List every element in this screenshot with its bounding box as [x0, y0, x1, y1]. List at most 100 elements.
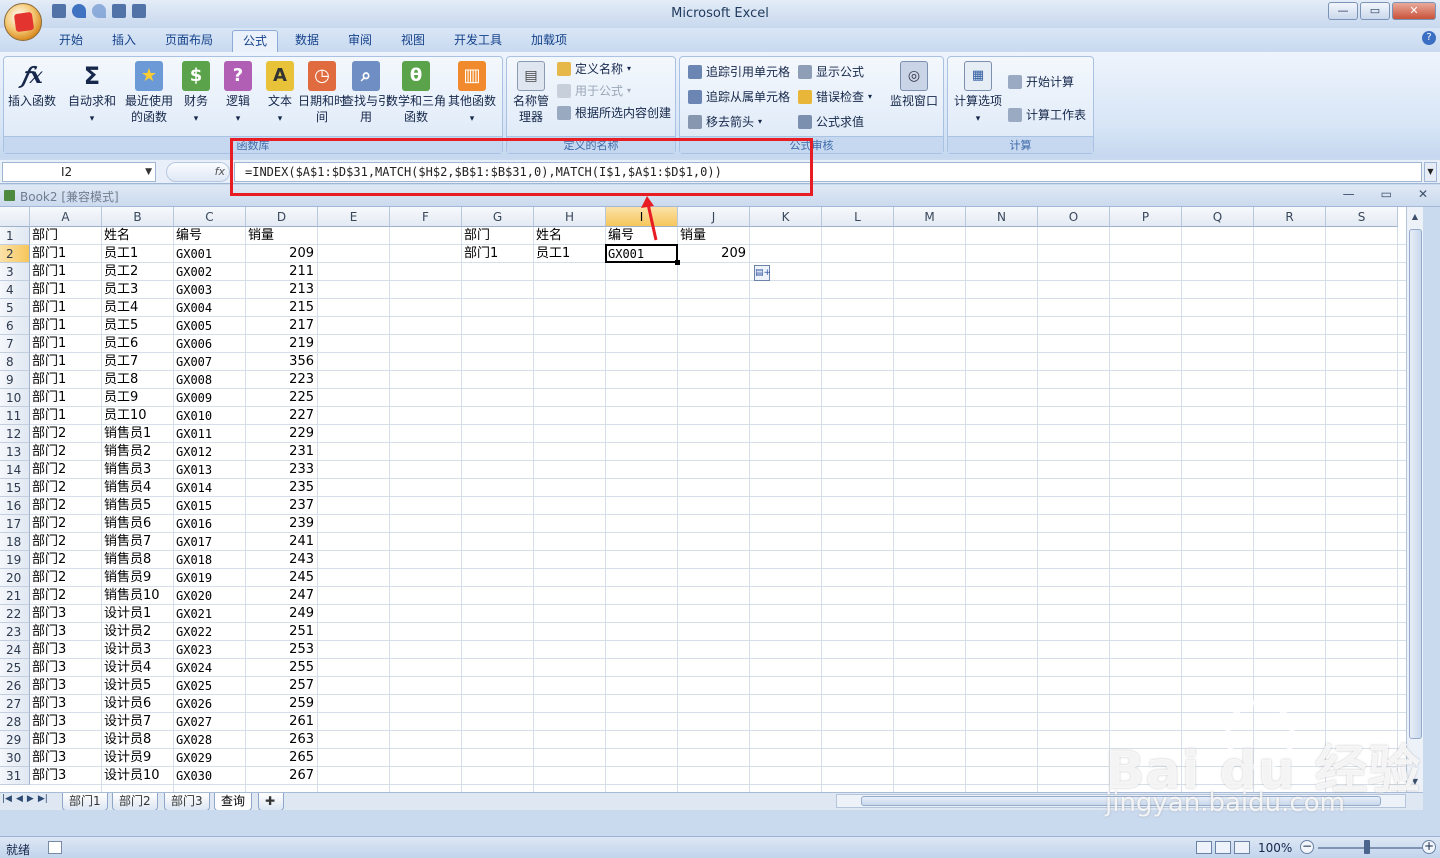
cell[interactable]: 部门2	[32, 497, 98, 515]
insert-sheet-icon[interactable]: ✚	[258, 793, 284, 811]
cell[interactable]: 247	[248, 587, 314, 605]
use-in-formula-button[interactable]: 用于公式 ▾	[557, 82, 631, 100]
sheet-tab-dept1[interactable]: 部门1	[62, 793, 108, 811]
lookup-reference-button[interactable]: ⌕ 查找与引用	[340, 61, 392, 125]
column-header[interactable]: M	[894, 207, 966, 227]
cell[interactable]: 部门3	[32, 623, 98, 641]
name-box[interactable]: I2 ▼	[2, 162, 156, 182]
expand-formula-bar-icon[interactable]: ▼	[1424, 162, 1437, 182]
column-header[interactable]: L	[822, 207, 894, 227]
cell[interactable]: 设计员8	[104, 731, 170, 749]
normal-view-icon[interactable]	[1196, 841, 1212, 854]
cell[interactable]: 员工6	[104, 335, 170, 353]
cell[interactable]: 部门2	[32, 443, 98, 461]
cell[interactable]: 设计员2	[104, 623, 170, 641]
cell[interactable]: 员工3	[104, 281, 170, 299]
math-trig-button[interactable]: θ 数学和三角函数	[386, 61, 446, 125]
cell[interactable]: 部门2	[32, 569, 98, 587]
watch-window-button[interactable]: ◎ 监视窗口	[886, 61, 942, 109]
cell[interactable]: 部门2	[32, 515, 98, 533]
row-header[interactable]: 2	[0, 245, 30, 263]
cell[interactable]: 213	[248, 281, 314, 299]
cell[interactable]: 部门3	[32, 641, 98, 659]
row-header[interactable]: 21	[0, 587, 30, 605]
cell[interactable]: GX001	[176, 245, 242, 263]
cell[interactable]: 员工4	[104, 299, 170, 317]
cell[interactable]: 243	[248, 551, 314, 569]
cell[interactable]: GX010	[176, 407, 242, 425]
cell[interactable]: GX028	[176, 731, 242, 749]
cell[interactable]: 设计员4	[104, 659, 170, 677]
cell[interactable]: GX006	[176, 335, 242, 353]
cell[interactable]: 215	[248, 299, 314, 317]
cell[interactable]: 241	[248, 533, 314, 551]
row-header[interactable]: 4	[0, 281, 30, 299]
row-header[interactable]: 28	[0, 713, 30, 731]
cell[interactable]: 设计员6	[104, 695, 170, 713]
cell[interactable]: 233	[248, 461, 314, 479]
trace-dependents-button[interactable]: 追踪从属单元格	[688, 88, 790, 106]
zoom-out-icon[interactable]: −	[1300, 840, 1314, 854]
column-header[interactable]: P	[1110, 207, 1182, 227]
row-header[interactable]: 14	[0, 461, 30, 479]
cell[interactable]: 225	[248, 389, 314, 407]
close-button[interactable]: ✕	[1392, 2, 1436, 20]
cell[interactable]: GX002	[176, 263, 242, 281]
cell[interactable]: 员工7	[104, 353, 170, 371]
scroll-down-icon[interactable]: ▼	[1407, 774, 1423, 790]
row-header[interactable]: 19	[0, 551, 30, 569]
cell[interactable]: 部门1	[464, 245, 530, 263]
cell[interactable]: 259	[248, 695, 314, 713]
cell[interactable]: GX009	[176, 389, 242, 407]
chevron-down-icon[interactable]: ▼	[145, 163, 152, 181]
active-cell-i2[interactable]	[605, 244, 680, 265]
row-header[interactable]: 10	[0, 389, 30, 407]
cell[interactable]: 姓名	[536, 227, 602, 245]
cell[interactable]: 部门	[464, 227, 530, 245]
cell[interactable]: 部门3	[32, 677, 98, 695]
cell[interactable]: GX027	[176, 713, 242, 731]
sheet-tab-query[interactable]: 查询	[214, 793, 253, 811]
cell[interactable]: 249	[248, 605, 314, 623]
cell[interactable]: 员工9	[104, 389, 170, 407]
column-header[interactable]: K	[750, 207, 822, 227]
name-manager-button[interactable]: ▤ 名称管理器	[509, 61, 553, 125]
macro-record-icon[interactable]	[48, 841, 62, 854]
cell[interactable]: GX026	[176, 695, 242, 713]
cell[interactable]: 部门1	[32, 317, 98, 335]
cell[interactable]: GX030	[176, 767, 242, 785]
cell[interactable]: GX015	[176, 497, 242, 515]
cell[interactable]: 销售员2	[104, 443, 170, 461]
cell[interactable]: 员工2	[104, 263, 170, 281]
restore-button[interactable]: ▭	[1360, 2, 1390, 20]
error-checking-button[interactable]: 错误检查 ▾	[798, 88, 872, 106]
autosum-button[interactable]: Σ 自动求和 ▾	[66, 61, 118, 127]
cell[interactable]: GX007	[176, 353, 242, 371]
row-header[interactable]: 16	[0, 497, 30, 515]
cell[interactable]: GX004	[176, 299, 242, 317]
cell[interactable]: 销售员4	[104, 479, 170, 497]
cell[interactable]: 部门1	[32, 407, 98, 425]
row-header[interactable]: 25	[0, 659, 30, 677]
insert-function-button[interactable]: 𝑓x 插入函数	[6, 61, 58, 109]
cell[interactable]: 部门1	[32, 281, 98, 299]
cell[interactable]: 编号	[176, 227, 242, 245]
help-icon[interactable]: ?	[1422, 31, 1436, 45]
cell[interactable]: 设计员10	[104, 767, 170, 785]
cell[interactable]: 261	[248, 713, 314, 731]
cell[interactable]: 227	[248, 407, 314, 425]
paste-options-icon[interactable]: ▤+	[754, 265, 771, 281]
cell[interactable]: 部门1	[32, 353, 98, 371]
cell[interactable]: 部门2	[32, 533, 98, 551]
cell[interactable]: 部门3	[32, 731, 98, 749]
column-header[interactable]: Q	[1182, 207, 1254, 227]
cell[interactable]: 231	[248, 443, 314, 461]
row-header[interactable]: 15	[0, 479, 30, 497]
cell[interactable]: 265	[248, 749, 314, 767]
cell[interactable]: 销售员1	[104, 425, 170, 443]
cell[interactable]: 设计员7	[104, 713, 170, 731]
cell[interactable]: 211	[248, 263, 314, 281]
tab-review[interactable]: 审阅	[340, 30, 380, 52]
column-header[interactable]: B	[102, 207, 174, 227]
cell[interactable]: 237	[248, 497, 314, 515]
